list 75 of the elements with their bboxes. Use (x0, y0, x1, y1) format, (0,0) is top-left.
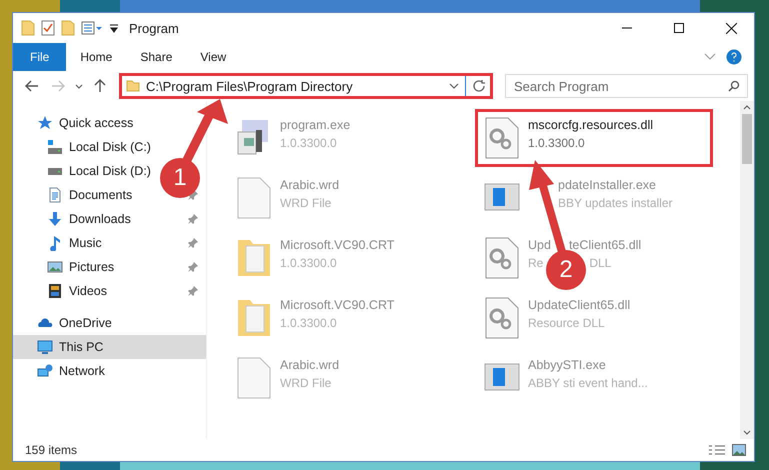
file-detail: WRD File (280, 376, 332, 390)
forward-arrow-icon (51, 80, 65, 92)
refresh-icon[interactable] (472, 79, 486, 93)
sidebar-item[interactable]: OneDrive (37, 315, 112, 331)
file-name[interactable]: mscorcfg.resources.dll (528, 118, 654, 132)
picture-icon (47, 259, 63, 275)
ribbon-tab[interactable]: Share (126, 43, 186, 71)
file-detail: WRD File (280, 196, 332, 210)
expand-ribbon-icon[interactable] (704, 53, 716, 61)
window-title: Program (129, 20, 179, 36)
sidebar-item[interactable]: Local Disk (D:) (47, 164, 151, 178)
file-detail: 1.0.3300.0 (280, 256, 337, 270)
network-icon (37, 363, 53, 379)
caret-icon (75, 84, 83, 88)
up-arrow-icon (94, 79, 106, 93)
folder-icon (21, 20, 35, 36)
back-arrow-icon (25, 80, 39, 92)
sidebar-item[interactable]: Network (37, 363, 105, 379)
item-count: 159 items (25, 443, 78, 457)
sidebar-item[interactable]: Documents (47, 187, 132, 203)
file-icon (236, 356, 272, 400)
pin-icon (188, 262, 198, 272)
pin-icon (188, 286, 198, 296)
ribbon-tab[interactable]: File (13, 43, 66, 71)
file-detail: Re (528, 256, 544, 270)
sidebar-item[interactable]: Local Disk (C:) (47, 139, 151, 155)
selected-file-frame[interactable]: mscorcfg.resources.dll 1.0.3300.0 (475, 109, 713, 167)
gear-file-icon (484, 116, 520, 160)
down-arrow-icon (47, 211, 63, 227)
maximize-icon (674, 23, 684, 33)
sidebar-item[interactable]: Music (47, 235, 102, 251)
file-detail: 1.0.3300.0 (280, 316, 337, 330)
file-icon (236, 176, 272, 220)
file-detail: BBY updates installer (558, 196, 673, 210)
star-icon (37, 115, 53, 131)
address-bar[interactable]: C:\Program Files\Program Directory (119, 73, 493, 99)
scroll-down-icon[interactable] (743, 430, 751, 435)
minimize-icon (622, 27, 632, 29)
caret-icon[interactable] (449, 83, 459, 89)
monitor-icon (37, 339, 53, 355)
large-icons-view-icon[interactable] (732, 444, 746, 456)
search-field[interactable]: Search Program (505, 74, 748, 98)
scroll-thumb[interactable] (742, 114, 752, 164)
file-detail: DLL (589, 256, 612, 270)
properties-icon[interactable] (81, 20, 103, 36)
scroll-up-icon[interactable] (743, 105, 751, 110)
customize-caret-icon[interactable] (109, 22, 119, 34)
checklist-icon[interactable] (41, 20, 55, 36)
search-icon (728, 80, 740, 92)
annotation-arrow (182, 99, 228, 164)
gear-file-icon (484, 296, 520, 340)
sidebar-item[interactable]: Downloads (47, 211, 131, 227)
document-icon (47, 187, 63, 203)
pin-icon (188, 238, 198, 248)
drive-icon (47, 168, 63, 174)
music-note-icon (47, 235, 63, 251)
file-detail: 1.0.3300.0 (280, 136, 337, 150)
ribbon-tab[interactable]: Home (66, 43, 126, 71)
file-detail: Resource DLL (528, 316, 605, 330)
sidebar-item[interactable]: This PC (37, 339, 104, 355)
sidebar-item[interactable]: Pictures (47, 259, 114, 275)
sidebar-item[interactable]: Videos (47, 283, 107, 299)
drive-icon (47, 139, 63, 155)
gear-file-icon (484, 236, 520, 280)
ribbon-tab[interactable]: View (186, 43, 240, 71)
film-icon (47, 283, 63, 299)
details-view-icon[interactable] (708, 444, 726, 456)
file-detail: ABBY sti event hand... (528, 376, 648, 390)
pin-icon (188, 214, 198, 224)
file-detail: 1.0.3300.0 (528, 136, 585, 150)
help-icon[interactable] (726, 49, 742, 65)
folder-icon (126, 80, 140, 92)
sidebar-item[interactable]: Quick access (37, 115, 134, 131)
close-icon (726, 22, 736, 34)
scrollbar[interactable] (740, 101, 754, 439)
